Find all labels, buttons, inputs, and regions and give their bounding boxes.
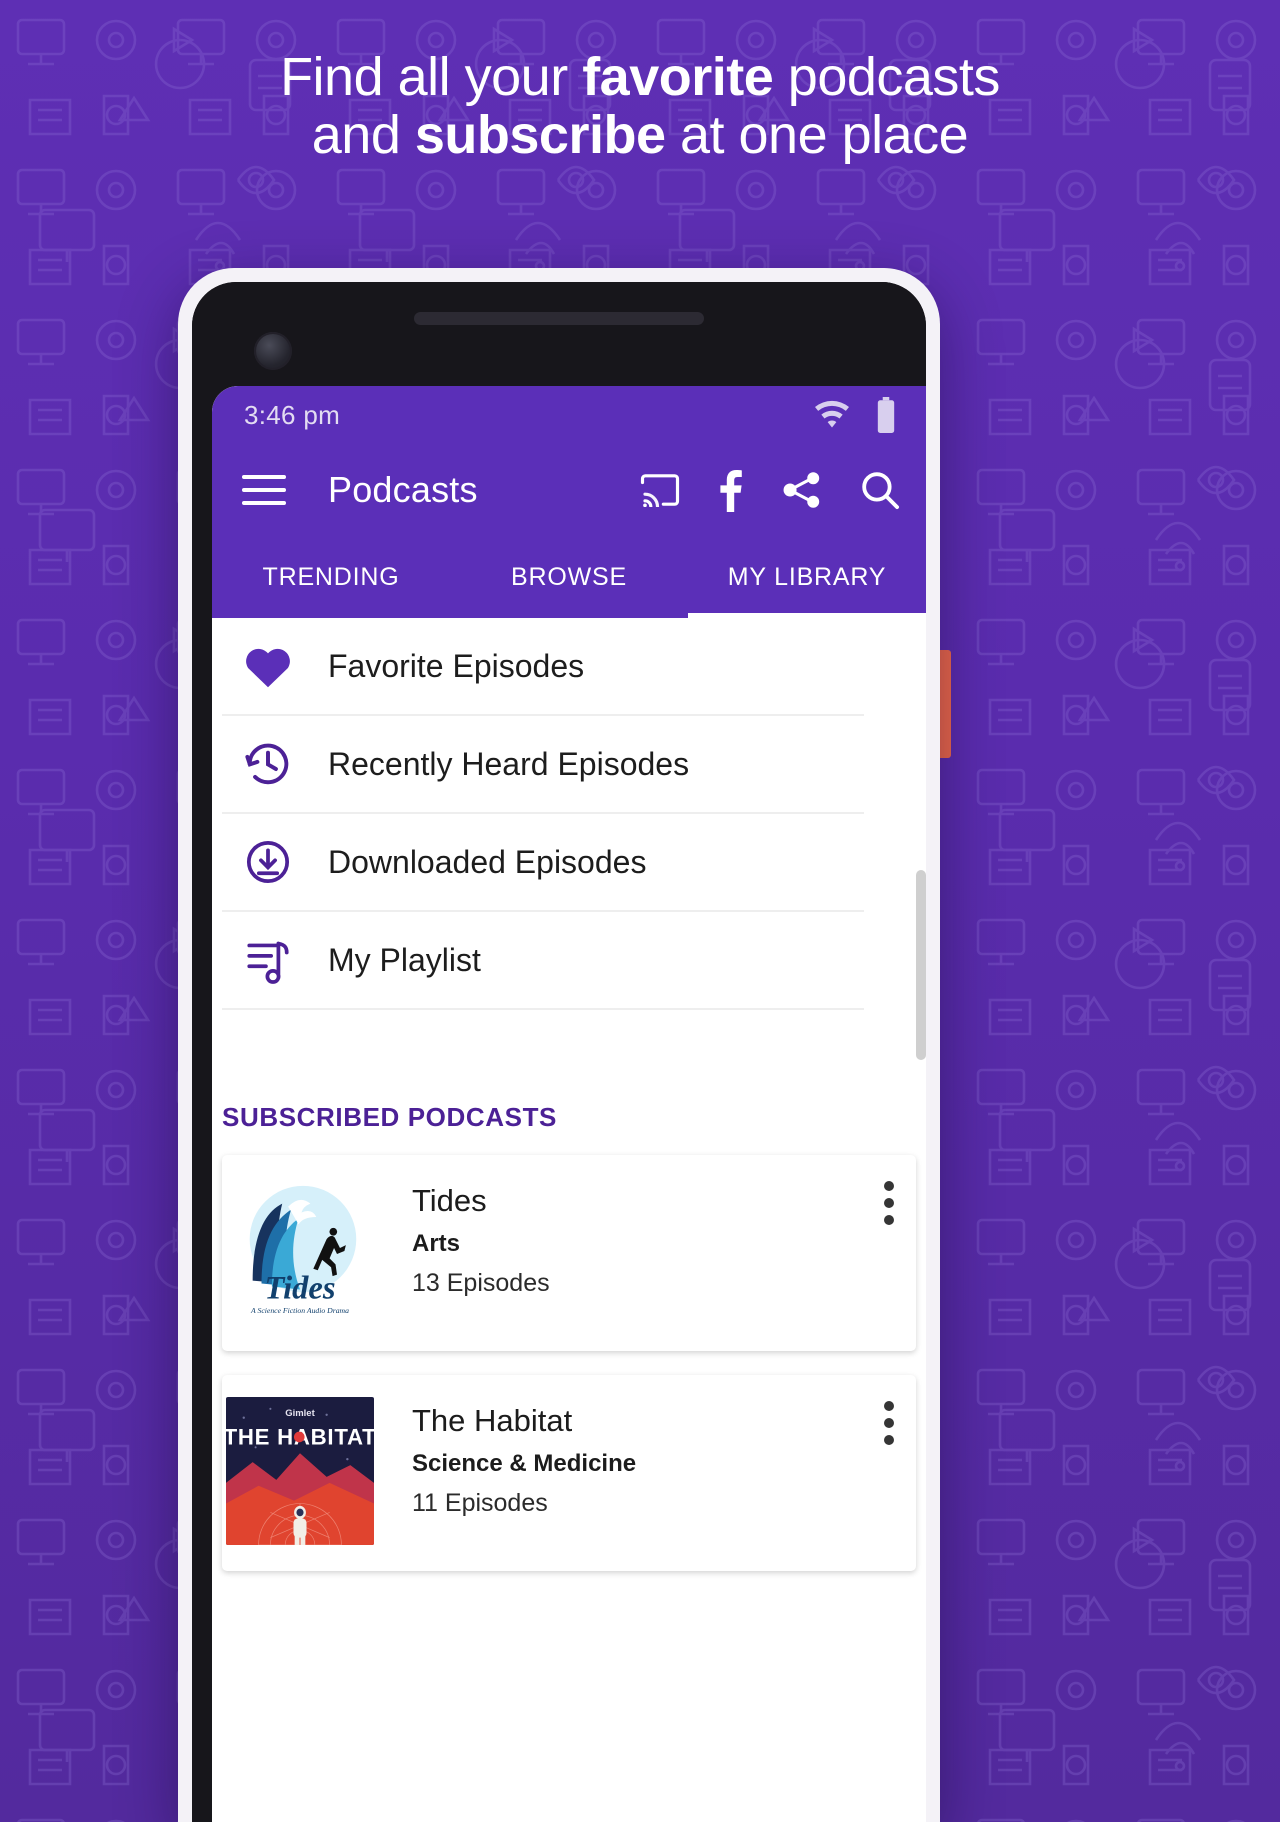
playlist-music-icon [222, 934, 314, 986]
svg-text:A Science Fiction Audio Drama: A Science Fiction Audio Drama [250, 1306, 349, 1315]
app-toolbar: Podcasts [212, 444, 926, 536]
tab-trending[interactable]: TRENDING [212, 536, 450, 618]
status-time: 3:46 pm [244, 399, 341, 430]
tab-browse[interactable]: BROWSE [450, 536, 688, 618]
vertical-scrollbar[interactable] [916, 870, 926, 1060]
podcast-name: The Habitat [412, 1403, 573, 1438]
podcast-category: Science & Medicine [412, 1449, 637, 1477]
history-clock-icon [222, 739, 314, 789]
headline-line2-bold: subscribe [414, 105, 666, 166]
share-icon[interactable] [782, 471, 822, 509]
subscribed-podcasts-heading: SUBSCRIBED PODCASTS [222, 1102, 557, 1132]
library-item-label: Favorite Episodes [328, 647, 585, 684]
front-camera-icon [254, 332, 292, 370]
podcast-name: Tides [412, 1183, 487, 1218]
app-viewport: 3:46 pm Podcasts TRENDING BROWSE MY LIBR… [212, 386, 926, 1822]
headline-line1-pre: Find all your [280, 47, 583, 107]
the-habitat-artwork: Gimlet THE HABITAT [226, 1397, 374, 1545]
phone-mockup: 3:46 pm Podcasts TRENDING BROWSE MY LIBR… [178, 268, 940, 1822]
podcast-card-the-habitat[interactable]: Gimlet THE HABITAT The Habitat Science &… [222, 1375, 916, 1571]
hamburger-menu-icon[interactable] [242, 475, 286, 505]
headline-line2-post: at one place [665, 105, 969, 166]
tides-wave-artwork: Tides A Science Fiction Audio Drama [226, 1177, 374, 1325]
podcast-episode-count: 11 Episodes [412, 1488, 548, 1517]
headline-line2-pre: and [311, 105, 415, 166]
tab-bar: TRENDING BROWSE MY LIBRARY [212, 536, 926, 618]
library-content: Favorite Episodes Recently Heard Episode… [212, 618, 926, 1822]
phone-top-bezel [192, 282, 926, 386]
overflow-menu-icon[interactable] [884, 1401, 894, 1445]
phone-screen: 3:46 pm Podcasts TRENDING BROWSE MY LIBR… [192, 282, 926, 1822]
podcast-episode-count: 13 Episodes [412, 1268, 550, 1297]
svg-text:Gimlet: Gimlet [285, 1408, 315, 1419]
promo-headline: Find all your favorite podcasts and subs… [0, 48, 1280, 165]
cast-icon[interactable] [640, 473, 680, 507]
podcast-card-tides[interactable]: Tides A Science Fiction Audio Drama Tide… [222, 1155, 916, 1351]
library-item-my-playlist[interactable]: My Playlist [222, 912, 864, 1010]
wifi-icon [812, 400, 852, 430]
heart-icon [222, 642, 314, 690]
library-item-recently-heard-episodes[interactable]: Recently Heard Episodes [222, 716, 864, 814]
library-item-label: Downloaded Episodes [328, 843, 647, 880]
battery-icon [876, 397, 896, 433]
tab-my-library[interactable]: MY LIBRARY [688, 536, 926, 618]
page-title: Podcasts [328, 469, 478, 510]
svg-text:Tides: Tides [264, 1270, 335, 1306]
headline-line1-post: podcasts [773, 47, 1001, 107]
library-item-favorite-episodes[interactable]: Favorite Episodes [222, 618, 864, 716]
earpiece-speaker [414, 312, 704, 325]
overflow-menu-icon[interactable] [884, 1181, 894, 1225]
status-bar: 3:46 pm [212, 386, 926, 444]
headline-line1-bold: favorite [582, 47, 774, 107]
search-icon[interactable] [860, 470, 900, 510]
library-item-label: My Playlist [328, 941, 481, 978]
podcast-category: Arts [412, 1229, 461, 1257]
facebook-icon[interactable] [718, 468, 744, 512]
library-item-downloaded-episodes[interactable]: Downloaded Episodes [222, 814, 864, 912]
library-item-label: Recently Heard Episodes [328, 745, 690, 782]
download-circle-icon [222, 837, 314, 887]
